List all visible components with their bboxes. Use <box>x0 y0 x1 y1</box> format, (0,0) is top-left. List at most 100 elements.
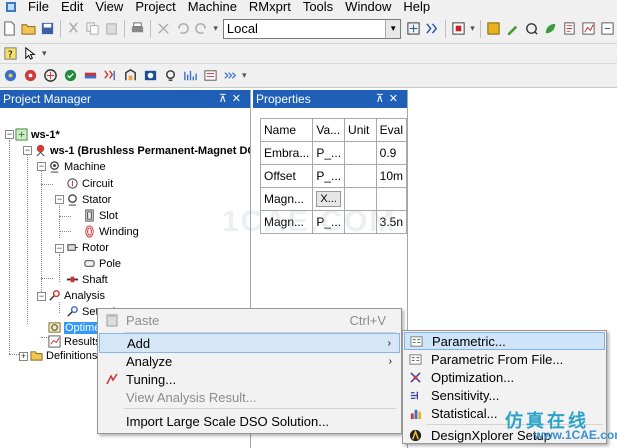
menu-item-analyze-label: Analyze <box>126 353 173 369</box>
menu-window[interactable]: Window <box>345 0 391 14</box>
menu-item-analyze[interactable]: Analyze › <box>99 351 400 371</box>
chevron-down-icon[interactable]: ▼ <box>385 19 401 38</box>
column-header-eval[interactable]: Eval <box>375 118 407 142</box>
edit-icon[interactable] <box>504 20 521 38</box>
menu-project[interactable]: Project <box>135 0 175 14</box>
tree-expand-toggle[interactable]: + <box>19 352 28 361</box>
submenu-item-parametric[interactable]: Parametric... <box>404 332 605 350</box>
submenu-item-parametric-from-file[interactable]: Parametric From File... <box>404 350 605 368</box>
insert-simplorer-design-icon[interactable] <box>61 67 79 85</box>
menu-item-add[interactable]: Add › <box>99 333 400 353</box>
open-folder-icon[interactable] <box>20 20 37 38</box>
toolbar-overflow-icon[interactable]: ▾ <box>470 23 475 34</box>
menu-edit[interactable]: Edit <box>61 0 83 14</box>
tree-collapse-toggle[interactable]: − <box>5 130 14 139</box>
tree-collapse-toggle[interactable]: − <box>55 244 64 253</box>
insert-twinbuilder-icon[interactable] <box>221 67 239 85</box>
table-row[interactable]: Offset P_... 10m <box>259 164 407 188</box>
tree-node-slot[interactable]: Slot <box>83 208 118 223</box>
insert-mechanical-design-icon[interactable] <box>161 67 179 85</box>
tree-node-machine[interactable]: Machine <box>48 159 106 174</box>
undo-icon[interactable] <box>174 20 191 38</box>
menu-separator <box>124 408 396 409</box>
analyze-all-icon[interactable] <box>424 20 441 38</box>
insert-emit-design-icon[interactable] <box>201 67 219 85</box>
tree-node-results[interactable]: Results <box>48 334 101 349</box>
property-value[interactable]: P_... <box>312 141 346 165</box>
tree-collapse-toggle[interactable]: − <box>37 162 46 171</box>
properties-header-row: Name Va... Unit Eval <box>259 118 407 142</box>
menu-help[interactable]: Help <box>403 0 430 14</box>
menu-item-tuning[interactable]: Tuning... <box>99 369 400 389</box>
new-file-icon[interactable] <box>1 20 18 38</box>
tree-node-shaft[interactable]: Shaft <box>66 272 108 287</box>
tree-node-definitions[interactable]: Definitions <box>30 348 97 363</box>
insert-2d-extractor-icon[interactable] <box>101 67 119 85</box>
submenu-item-sensitivity[interactable]: Sensitivity... <box>404 386 605 404</box>
tree-node-definitions-label: Definitions <box>46 349 98 362</box>
print-icon[interactable] <box>129 20 146 38</box>
stop-icon[interactable] <box>450 20 467 38</box>
validate-icon[interactable] <box>405 20 422 38</box>
column-header-name[interactable]: Name <box>259 118 314 142</box>
leaf-icon[interactable] <box>542 20 559 38</box>
menu-machine[interactable]: Machine <box>188 0 237 14</box>
submenu-item-optimization[interactable]: Optimization... <box>404 368 605 386</box>
tree-connector <box>9 140 10 354</box>
export-icon[interactable] <box>599 20 616 38</box>
delete-icon[interactable] <box>155 20 172 38</box>
tree-connector <box>41 278 53 279</box>
cut-icon[interactable] <box>65 20 82 38</box>
toolbar-overflow-icon[interactable]: ▾ <box>42 48 47 59</box>
tree-node-design[interactable]: ws-1 (Brushless Permanent-Magnet DC <box>34 143 250 158</box>
optimetrics-icon <box>48 321 61 334</box>
panel-controls[interactable]: ⊼✕ <box>219 90 246 108</box>
tree-node-circuit[interactable]: Circuit <box>66 176 113 191</box>
column-header-value[interactable]: Va... <box>312 118 346 142</box>
field-plot-icon[interactable] <box>580 20 597 38</box>
insert-filter-design-icon[interactable] <box>181 67 199 85</box>
pole-icon <box>83 257 96 270</box>
tree-node-pole[interactable]: Pole <box>83 256 121 271</box>
solution-data-icon[interactable] <box>485 20 502 38</box>
paste-icon[interactable] <box>103 20 120 38</box>
toolbar-overflow-icon[interactable]: ▾ <box>213 23 218 34</box>
table-row[interactable]: Embra... P_... 0.9 <box>259 141 407 165</box>
tree-node-rotor-label: Rotor <box>82 241 109 254</box>
insert-q3d-design-icon[interactable] <box>81 67 99 85</box>
tree-node-rotor[interactable]: Rotor <box>66 240 109 255</box>
tree-node-slot-label: Slot <box>99 209 118 222</box>
report-icon[interactable] <box>561 20 578 38</box>
tree-collapse-toggle[interactable]: − <box>37 292 46 301</box>
menu-item-import-dso[interactable]: Import Large Scale DSO Solution... <box>99 411 400 431</box>
menu-file[interactable]: File <box>28 0 49 14</box>
insert-maxwell-design-icon[interactable] <box>1 67 19 85</box>
tree-node-stator[interactable]: Stator <box>66 192 111 207</box>
menu-view[interactable]: View <box>95 0 123 14</box>
toolbar-overflow-icon[interactable]: ▾ <box>242 70 247 81</box>
redo-icon[interactable] <box>193 20 210 38</box>
tree-connector <box>59 203 60 238</box>
help-icon[interactable]: ? <box>1 45 19 63</box>
tree-node-project[interactable]: ws-1* <box>15 127 60 142</box>
property-value[interactable]: P_... <box>312 164 346 188</box>
copy-icon[interactable] <box>84 20 101 38</box>
menu-item-paste[interactable]: Paste Ctrl+V <box>99 310 400 330</box>
tree-node-winding[interactable]: Winding <box>83 224 139 239</box>
context-help-icon[interactable] <box>21 45 39 63</box>
column-header-unit[interactable]: Unit <box>344 118 377 142</box>
menu-rmxprt[interactable]: RMxprt <box>249 0 291 14</box>
tree-collapse-toggle[interactable]: − <box>23 146 32 155</box>
material-icon[interactable] <box>523 20 540 38</box>
menu-tools[interactable]: Tools <box>303 0 333 14</box>
insert-circuit-design-icon[interactable] <box>41 67 59 85</box>
tree-node-analysis[interactable]: Analysis <box>48 288 105 303</box>
tree-collapse-toggle[interactable]: − <box>55 195 64 204</box>
panel-controls[interactable]: ⊼✕ <box>376 90 403 108</box>
save-icon[interactable] <box>39 20 56 38</box>
insert-rmxprt-design-icon[interactable] <box>21 67 39 85</box>
menu-item-view-analysis-result[interactable]: View Analysis Result... <box>99 387 400 407</box>
solver-location-combo[interactable]: Local ▼ <box>222 18 402 39</box>
insert-icepak-design-icon[interactable] <box>141 67 159 85</box>
insert-hfss-design-icon[interactable] <box>121 67 139 85</box>
